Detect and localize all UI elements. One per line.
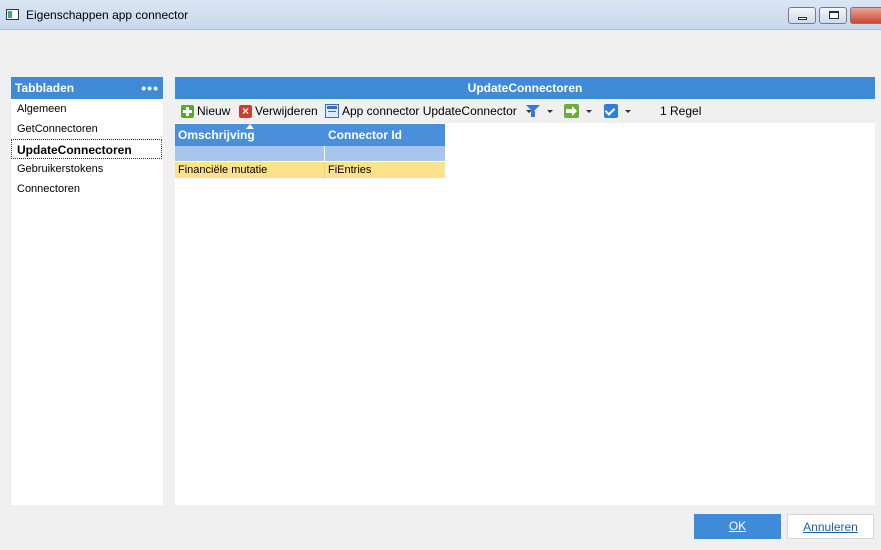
checkbox-icon [604, 104, 618, 118]
filter-icon [526, 104, 540, 118]
cell-connector-id: FiEntries [328, 164, 372, 176]
tabs-panel: Tabbladen ••• Algemeen GetConnectoren Up… [11, 77, 163, 505]
tab-connectoren[interactable]: Connectoren [11, 179, 163, 199]
tab-updateconnectoren[interactable]: UpdateConnectoren [11, 139, 162, 159]
more-options-icon[interactable]: ••• [141, 77, 159, 99]
ok-button[interactable]: OK [694, 514, 781, 539]
cell-omschrijving: Financiële mutatie [175, 162, 325, 178]
tabs-header-label: Tabbladen [15, 81, 75, 95]
close-button[interactable] [850, 7, 881, 24]
connectors-grid: Omschrijving Connector Id Financiële mut… [175, 124, 445, 178]
app-connector-button[interactable]: App connector UpdateConnector [325, 103, 532, 119]
sort-ascending-icon [246, 124, 254, 129]
connector-icon [325, 104, 339, 118]
chevron-down-icon[interactable] [547, 109, 553, 113]
new-button[interactable]: Nieuw [181, 103, 230, 119]
filter-cell-omschrijving[interactable] [175, 146, 325, 161]
tab-gebruikerstokens[interactable]: Gebruikerstokens [11, 159, 163, 179]
grid-filter-row [175, 146, 445, 162]
title-bar: Eigenschappen app connector [0, 0, 881, 30]
window-title: Eigenschappen app connector [26, 8, 189, 22]
delete-label: Verwijderen [255, 104, 318, 118]
column-header-omschrijving[interactable]: Omschrijving [175, 124, 325, 146]
grid-header-row: Omschrijving Connector Id [175, 124, 445, 146]
new-label: Nieuw [197, 104, 231, 118]
select-button[interactable] [604, 103, 631, 119]
cancel-label: Annuleren [803, 520, 858, 534]
tabs-header: Tabbladen ••• [11, 77, 163, 99]
action-button[interactable] [564, 103, 592, 119]
app-connector-label: App connector UpdateConnector [342, 104, 517, 118]
plus-icon [181, 104, 194, 118]
column-header-label: Omschrijving [178, 128, 255, 142]
minimize-button[interactable] [788, 7, 816, 24]
window-icon [6, 9, 19, 20]
chevron-down-icon[interactable] [625, 109, 631, 113]
cancel-button[interactable]: Annuleren [787, 514, 874, 539]
toolbar: Nieuw × Verwijderen App connector Update… [175, 99, 875, 123]
chevron-down-icon[interactable] [586, 109, 592, 113]
delete-icon: × [239, 104, 252, 118]
filter-cell-connector-id[interactable] [325, 146, 445, 161]
content-panel: UpdateConnectoren Nieuw × Verwijderen Ap… [175, 77, 875, 505]
table-row[interactable]: Financiële mutatie FiEntries [175, 162, 445, 178]
maximize-button[interactable] [819, 7, 847, 24]
ok-label: OK [728, 519, 747, 533]
row-count: 1 Regel [660, 104, 702, 118]
column-header-connector-id[interactable]: Connector Id [325, 124, 445, 146]
arrow-right-icon [564, 104, 579, 118]
tab-algemeen[interactable]: Algemeen [11, 99, 163, 119]
tab-getconnectoren[interactable]: GetConnectoren [11, 119, 163, 139]
filter-button[interactable] [526, 103, 553, 119]
content-header: UpdateConnectoren [175, 77, 875, 99]
delete-button[interactable]: × Verwijderen [239, 103, 318, 119]
